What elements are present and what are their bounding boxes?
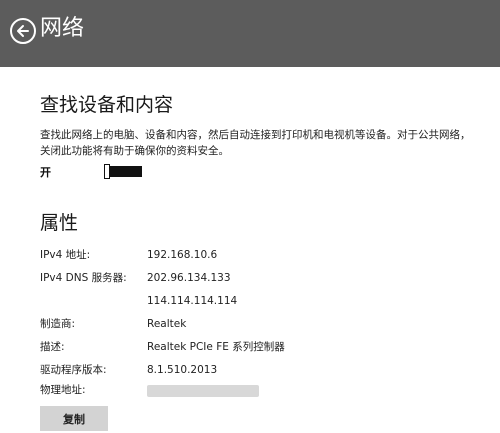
property-value: Realtek PCIe FE 系列控制器 bbox=[147, 341, 285, 353]
property-value: 192.168.10.6 bbox=[147, 249, 218, 261]
page-title: 网络 bbox=[40, 16, 85, 41]
discovery-toggle-label: 开 bbox=[40, 166, 51, 179]
app-header: 网络 bbox=[0, 0, 500, 67]
discovery-description: 查找此网络上的电脑、设备和内容，然后自动连接到打印机和电视机等设备。对于公共网络… bbox=[40, 129, 471, 157]
toggle-knob[interactable] bbox=[104, 164, 110, 179]
masked-mac-address bbox=[147, 385, 259, 397]
discovery-toggle[interactable] bbox=[104, 164, 142, 179]
properties-section-title: 属性 bbox=[40, 212, 79, 234]
copy-button[interactable]: 复制 bbox=[40, 406, 108, 431]
property-row-manufacturer: 制造商: Realtek bbox=[40, 314, 480, 334]
property-key: 驱动程序版本: bbox=[40, 364, 107, 376]
property-value: 8.1.510.2013 bbox=[147, 364, 218, 376]
property-key: 制造商: bbox=[40, 318, 76, 330]
property-row-driver-version: 驱动程序版本: 8.1.510.2013 bbox=[40, 360, 480, 380]
property-value: 114.114.114.114 bbox=[147, 295, 238, 307]
property-row-dns-secondary: 114.114.114.114 bbox=[40, 291, 480, 311]
property-row-dns: IPv4 DNS 服务器: 202.96.134.133 bbox=[40, 268, 480, 288]
property-key: IPv4 地址: bbox=[40, 249, 91, 261]
property-key: 物理地址: bbox=[40, 384, 86, 396]
property-row-ipv4: IPv4 地址: 192.168.10.6 bbox=[40, 245, 480, 265]
property-value: Realtek bbox=[147, 318, 187, 330]
discovery-section-title: 查找设备和内容 bbox=[40, 94, 174, 116]
property-value: 202.96.134.133 bbox=[147, 272, 231, 284]
property-key: IPv4 DNS 服务器: bbox=[40, 272, 127, 284]
property-key: 描述: bbox=[40, 341, 65, 353]
property-row-physical-address: 物理地址: bbox=[40, 380, 480, 400]
back-arrow-icon[interactable] bbox=[10, 18, 36, 44]
property-row-description: 描述: Realtek PCIe FE 系列控制器 bbox=[40, 337, 480, 357]
